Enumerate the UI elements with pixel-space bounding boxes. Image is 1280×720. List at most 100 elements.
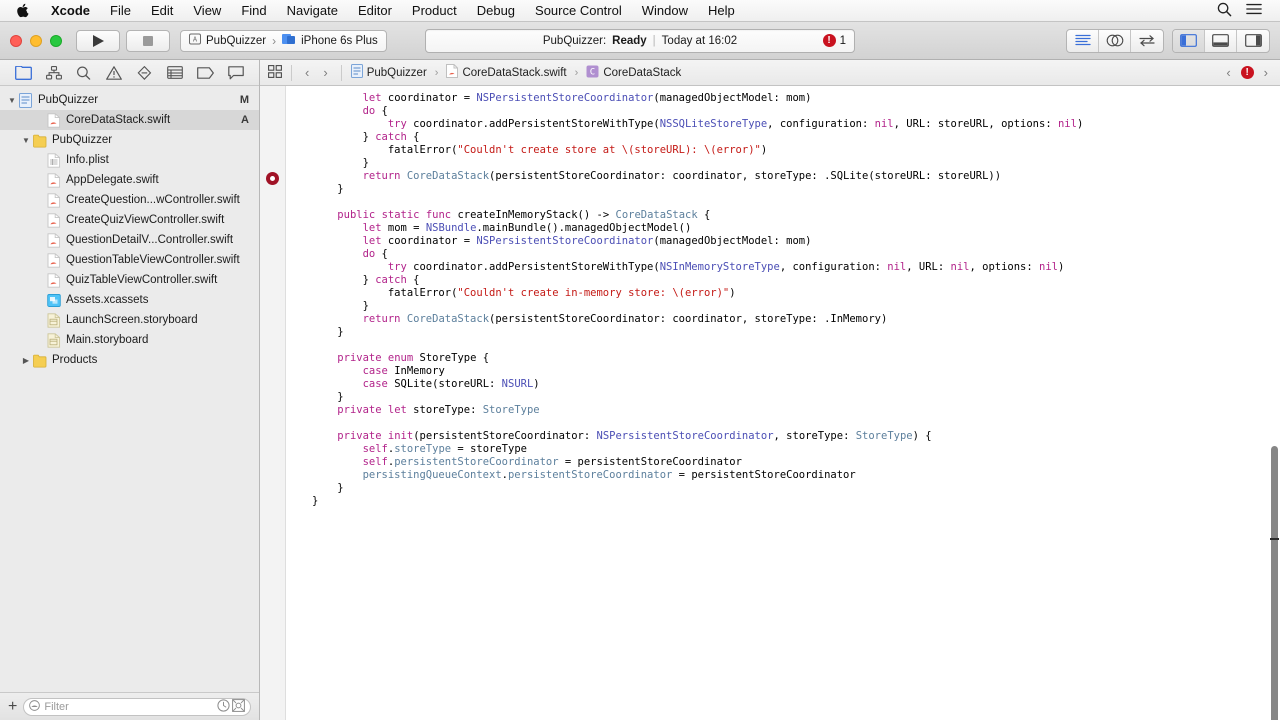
code-line[interactable] xyxy=(286,508,1280,521)
disclosure-triangle-open[interactable]: ▼ xyxy=(6,96,18,105)
apple-logo-icon[interactable] xyxy=(8,3,41,18)
navigator-row[interactable]: ▶ Products xyxy=(0,350,259,370)
toggle-utilities-button[interactable] xyxy=(1237,30,1269,52)
code-line[interactable] xyxy=(286,573,1280,586)
code-line[interactable] xyxy=(286,612,1280,625)
disclosure-triangle-open[interactable]: ▼ xyxy=(20,136,32,145)
scheme-selector[interactable]: A PubQuizzer › iPhone 6s Plus xyxy=(180,29,387,52)
error-marker[interactable] xyxy=(266,172,279,185)
code-line[interactable] xyxy=(286,586,1280,599)
menu-navigate[interactable]: Navigate xyxy=(277,1,348,20)
forward-button[interactable]: › xyxy=(319,65,331,80)
code-line[interactable] xyxy=(286,599,1280,612)
disclosure-triangle-closed[interactable]: ▶ xyxy=(20,356,32,365)
code-line[interactable]: case SQLite(storeURL: NSURL) xyxy=(286,378,1280,391)
code-line[interactable]: let coordinator = NSPersistentStoreCoord… xyxy=(286,92,1280,105)
navigator-row[interactable]: CreateQuizViewController.swift xyxy=(0,210,259,230)
issue-navigator-tab[interactable] xyxy=(102,63,126,83)
navigator-row[interactable]: Main.storyboard xyxy=(0,330,259,350)
code-line[interactable]: } xyxy=(286,391,1280,404)
menu-window[interactable]: Window xyxy=(632,1,698,20)
search-icon[interactable] xyxy=(1217,2,1232,20)
toggle-navigator-button[interactable] xyxy=(1173,29,1205,52)
code-line[interactable] xyxy=(286,703,1280,716)
code-line[interactable] xyxy=(286,625,1280,638)
code-line[interactable]: persistingQueueContext.persistentStoreCo… xyxy=(286,469,1280,482)
code-line[interactable]: return CoreDataStack(persistentStoreCoor… xyxy=(286,313,1280,326)
code-line[interactable]: public static func createInMemoryStack()… xyxy=(286,209,1280,222)
code-line[interactable] xyxy=(286,521,1280,534)
menu-source-control[interactable]: Source Control xyxy=(525,1,632,20)
code-line[interactable]: } xyxy=(286,157,1280,170)
code-line[interactable]: private let storeType: StoreType xyxy=(286,404,1280,417)
source-code-text[interactable]: let coordinator = NSPersistentStoreCoord… xyxy=(286,86,1280,720)
navigator-row[interactable]: ▼ PubQuizzer M xyxy=(0,90,259,110)
code-line[interactable]: } xyxy=(286,300,1280,313)
code-line[interactable]: try coordinator.addPersistentStoreWithTy… xyxy=(286,118,1280,131)
navigator-row[interactable]: Info.plist xyxy=(0,150,259,170)
code-line[interactable]: } xyxy=(286,495,1280,508)
standard-editor-button[interactable] xyxy=(1067,29,1099,52)
toggle-debug-area-button[interactable] xyxy=(1205,29,1237,52)
issue-error-icon[interactable]: ! xyxy=(1240,66,1254,79)
menu-file[interactable]: File xyxy=(100,1,141,20)
previous-issue-button[interactable]: ‹ xyxy=(1222,65,1234,80)
debug-navigator-tab[interactable] xyxy=(163,63,187,83)
code-line[interactable]: } catch { xyxy=(286,274,1280,287)
project-navigator-tab[interactable] xyxy=(11,63,35,83)
test-navigator-tab[interactable] xyxy=(133,63,157,83)
code-line[interactable]: do { xyxy=(286,105,1280,118)
code-line[interactable]: fatalError("Couldn't create store at \(s… xyxy=(286,144,1280,157)
code-line[interactable] xyxy=(286,417,1280,430)
code-line[interactable]: private init(persistentStoreCoordinator:… xyxy=(286,430,1280,443)
version-editor-button[interactable] xyxy=(1131,30,1163,52)
menu-editor[interactable]: Editor xyxy=(348,1,402,20)
navigator-row[interactable]: AppDelegate.swift xyxy=(0,170,259,190)
code-line[interactable] xyxy=(286,638,1280,651)
clock-icon[interactable] xyxy=(217,698,230,715)
navigator-row[interactable]: CoreDataStack.swift A xyxy=(0,110,259,130)
status-error-group[interactable]: ! 1 xyxy=(822,34,846,47)
minimize-button[interactable] xyxy=(30,34,42,47)
code-line[interactable] xyxy=(286,664,1280,677)
code-line[interactable]: try coordinator.addPersistentStoreWithTy… xyxy=(286,261,1280,274)
code-line[interactable] xyxy=(286,690,1280,703)
code-line[interactable]: fatalError("Couldn't create in-memory st… xyxy=(286,287,1280,300)
navigator-row[interactable]: QuestionDetailV...Controller.swift xyxy=(0,230,259,250)
assistant-editor-button[interactable] xyxy=(1099,29,1131,52)
code-line[interactable]: let coordinator = NSPersistentStoreCoord… xyxy=(286,235,1280,248)
project-navigator-tree[interactable]: ▼ PubQuizzer M CoreDataStack.swift A ▼ PubQuiz… xyxy=(0,86,259,692)
code-line[interactable]: } xyxy=(286,183,1280,196)
menu-xcode[interactable]: Xcode xyxy=(41,1,100,20)
breadcrumb-file[interactable]: CoreDataStack.swift xyxy=(446,64,567,81)
find-navigator-tab[interactable] xyxy=(72,63,96,83)
menu-product[interactable]: Product xyxy=(402,1,467,20)
menu-edit[interactable]: Edit xyxy=(141,1,183,20)
breakpoint-navigator-tab[interactable] xyxy=(193,63,217,83)
notification-center-icon[interactable] xyxy=(1246,2,1262,19)
code-line[interactable]: } catch { xyxy=(286,131,1280,144)
menu-view[interactable]: View xyxy=(183,1,231,20)
vertical-scrollbar[interactable] xyxy=(1271,446,1278,720)
menu-debug[interactable]: Debug xyxy=(467,1,525,20)
code-line[interactable]: } xyxy=(286,482,1280,495)
code-line[interactable] xyxy=(286,534,1280,547)
code-line[interactable] xyxy=(286,339,1280,352)
code-line[interactable] xyxy=(286,716,1280,720)
code-line[interactable] xyxy=(286,196,1280,209)
filter-scope-icon[interactable] xyxy=(29,699,41,714)
editor-gutter[interactable] xyxy=(260,86,286,720)
menu-help[interactable]: Help xyxy=(698,1,745,20)
navigator-row[interactable]: QuestionTableViewController.swift xyxy=(0,250,259,270)
run-button[interactable] xyxy=(76,29,120,52)
report-navigator-tab[interactable] xyxy=(224,63,248,83)
code-editor[interactable]: let coordinator = NSPersistentStoreCoord… xyxy=(260,86,1280,720)
filter-input[interactable]: Filter xyxy=(23,697,251,716)
code-line[interactable]: return CoreDataStack(persistentStoreCoor… xyxy=(286,170,1280,183)
add-file-button[interactable]: + xyxy=(8,698,17,715)
code-line[interactable]: self.persistentStoreCoordinator = persis… xyxy=(286,456,1280,469)
code-line[interactable]: self.storeType = storeType xyxy=(286,443,1280,456)
navigator-row[interactable]: QuizTableViewController.swift xyxy=(0,270,259,290)
code-line[interactable] xyxy=(286,677,1280,690)
scm-filter-icon[interactable] xyxy=(232,698,245,715)
